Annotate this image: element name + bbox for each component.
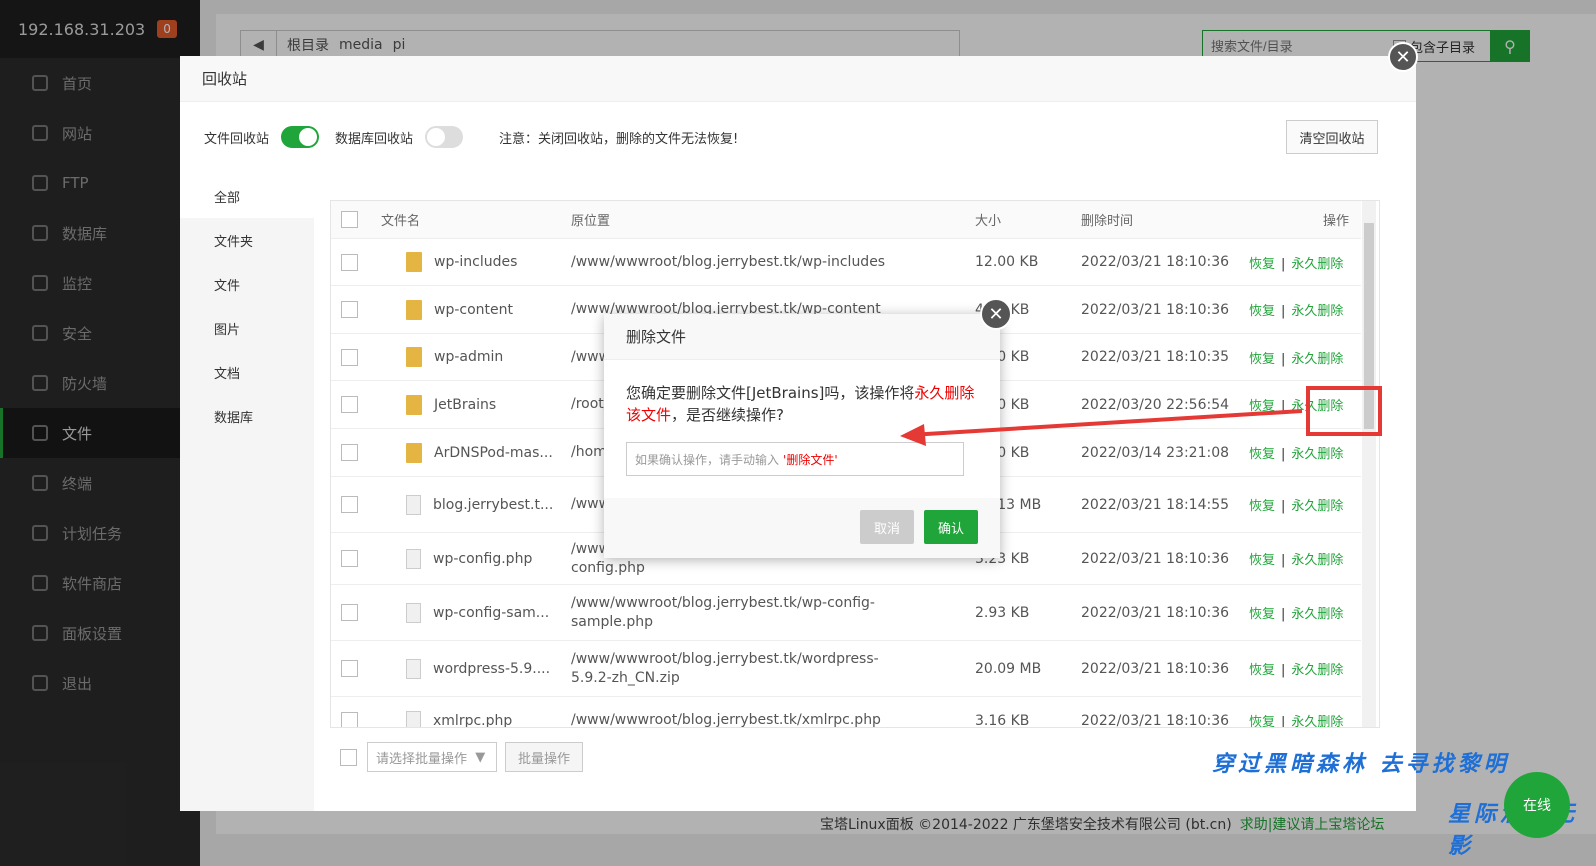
- online-service-button[interactable]: 在线: [1504, 772, 1570, 838]
- watermark-line1: 穿过黑暗森林 去寻找黎明: [1212, 752, 1510, 777]
- annotation-arrow: [900, 409, 1303, 446]
